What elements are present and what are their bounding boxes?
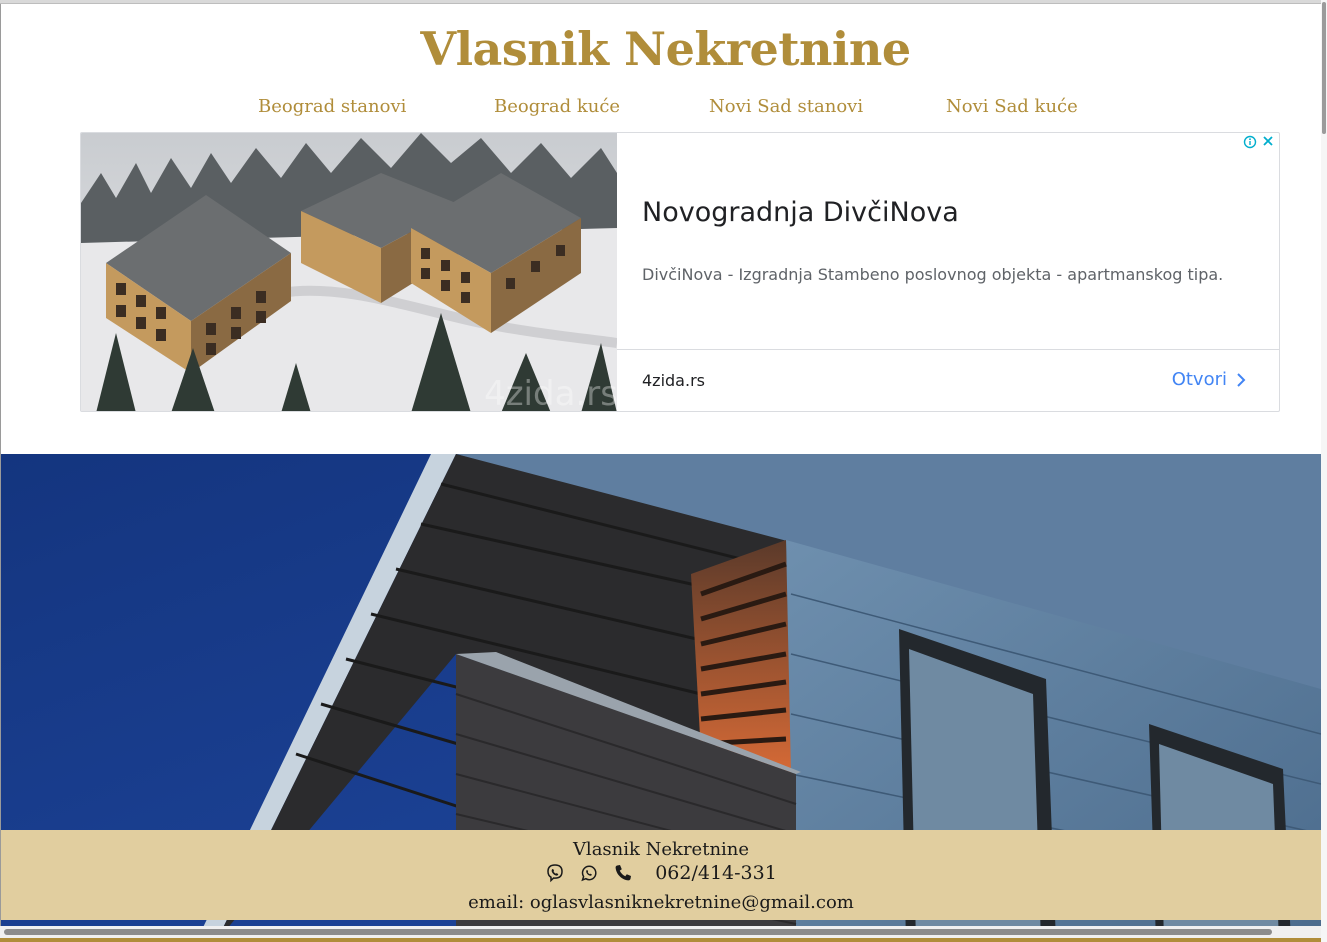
footer-title: Vlasnik Nekretnine [572, 839, 750, 860]
nav-link-novi-sad-kuce[interactable]: Novi Sad kuće [946, 96, 1078, 117]
footer-email[interactable]: email: oglasvlasniknekretnine@gmail.com [1, 892, 1321, 913]
main-nav: Beograd stanovi Beograd kuće Novi Sad st… [0, 96, 1327, 124]
ad-image[interactable]: 4zida.rs [81, 133, 617, 412]
window-top-border [0, 0, 1321, 4]
whatsapp-icon[interactable] [579, 863, 599, 883]
nav-link-beograd-kuce[interactable]: Beograd kuće [494, 96, 620, 117]
horizontal-scrollbar[interactable] [0, 926, 1321, 938]
close-icon[interactable] [1261, 134, 1275, 148]
ad-banner[interactable]: 4zida.rs Novogradnja DivčiNova DivčiNova… [80, 132, 1280, 412]
horizontal-scrollbar-thumb[interactable] [4, 929, 1272, 935]
footer-phone[interactable]: 062/414-331 [655, 862, 777, 884]
adchoices-icon[interactable] [1243, 135, 1257, 149]
ad-domain[interactable]: 4zida.rs [642, 371, 705, 390]
viber-icon[interactable] [545, 863, 565, 883]
site-title[interactable]: Vlasnik Nekretnine [0, 22, 1327, 76]
vertical-scrollbar-thumb[interactable] [1322, 2, 1326, 134]
footer-contact: 062/414-331 [1, 862, 1321, 884]
ad-open-label: Otvori [1171, 369, 1227, 390]
nav-link-novi-sad-stanovi[interactable]: Novi Sad stanovi [709, 96, 863, 117]
ad-description[interactable]: DivčiNova - Izgradnja Stambeno poslovnog… [642, 265, 1223, 284]
ad-divider [617, 349, 1279, 350]
ad-open-button[interactable]: Otvori [1172, 369, 1247, 390]
nav-link-beograd-stanovi[interactable]: Beograd stanovi [258, 96, 406, 117]
ad-headline[interactable]: Novogradnja DivčiNova [642, 197, 959, 228]
footer: Vlasnik Nekretnine 062/414-331 email: og… [1, 830, 1321, 920]
bottom-border [0, 938, 1321, 942]
svg-text:4zida.rs: 4zida.rs [484, 374, 617, 412]
phone-icon[interactable] [613, 863, 633, 883]
chevron-right-icon [1237, 372, 1246, 387]
vertical-scrollbar[interactable] [1321, 0, 1327, 942]
